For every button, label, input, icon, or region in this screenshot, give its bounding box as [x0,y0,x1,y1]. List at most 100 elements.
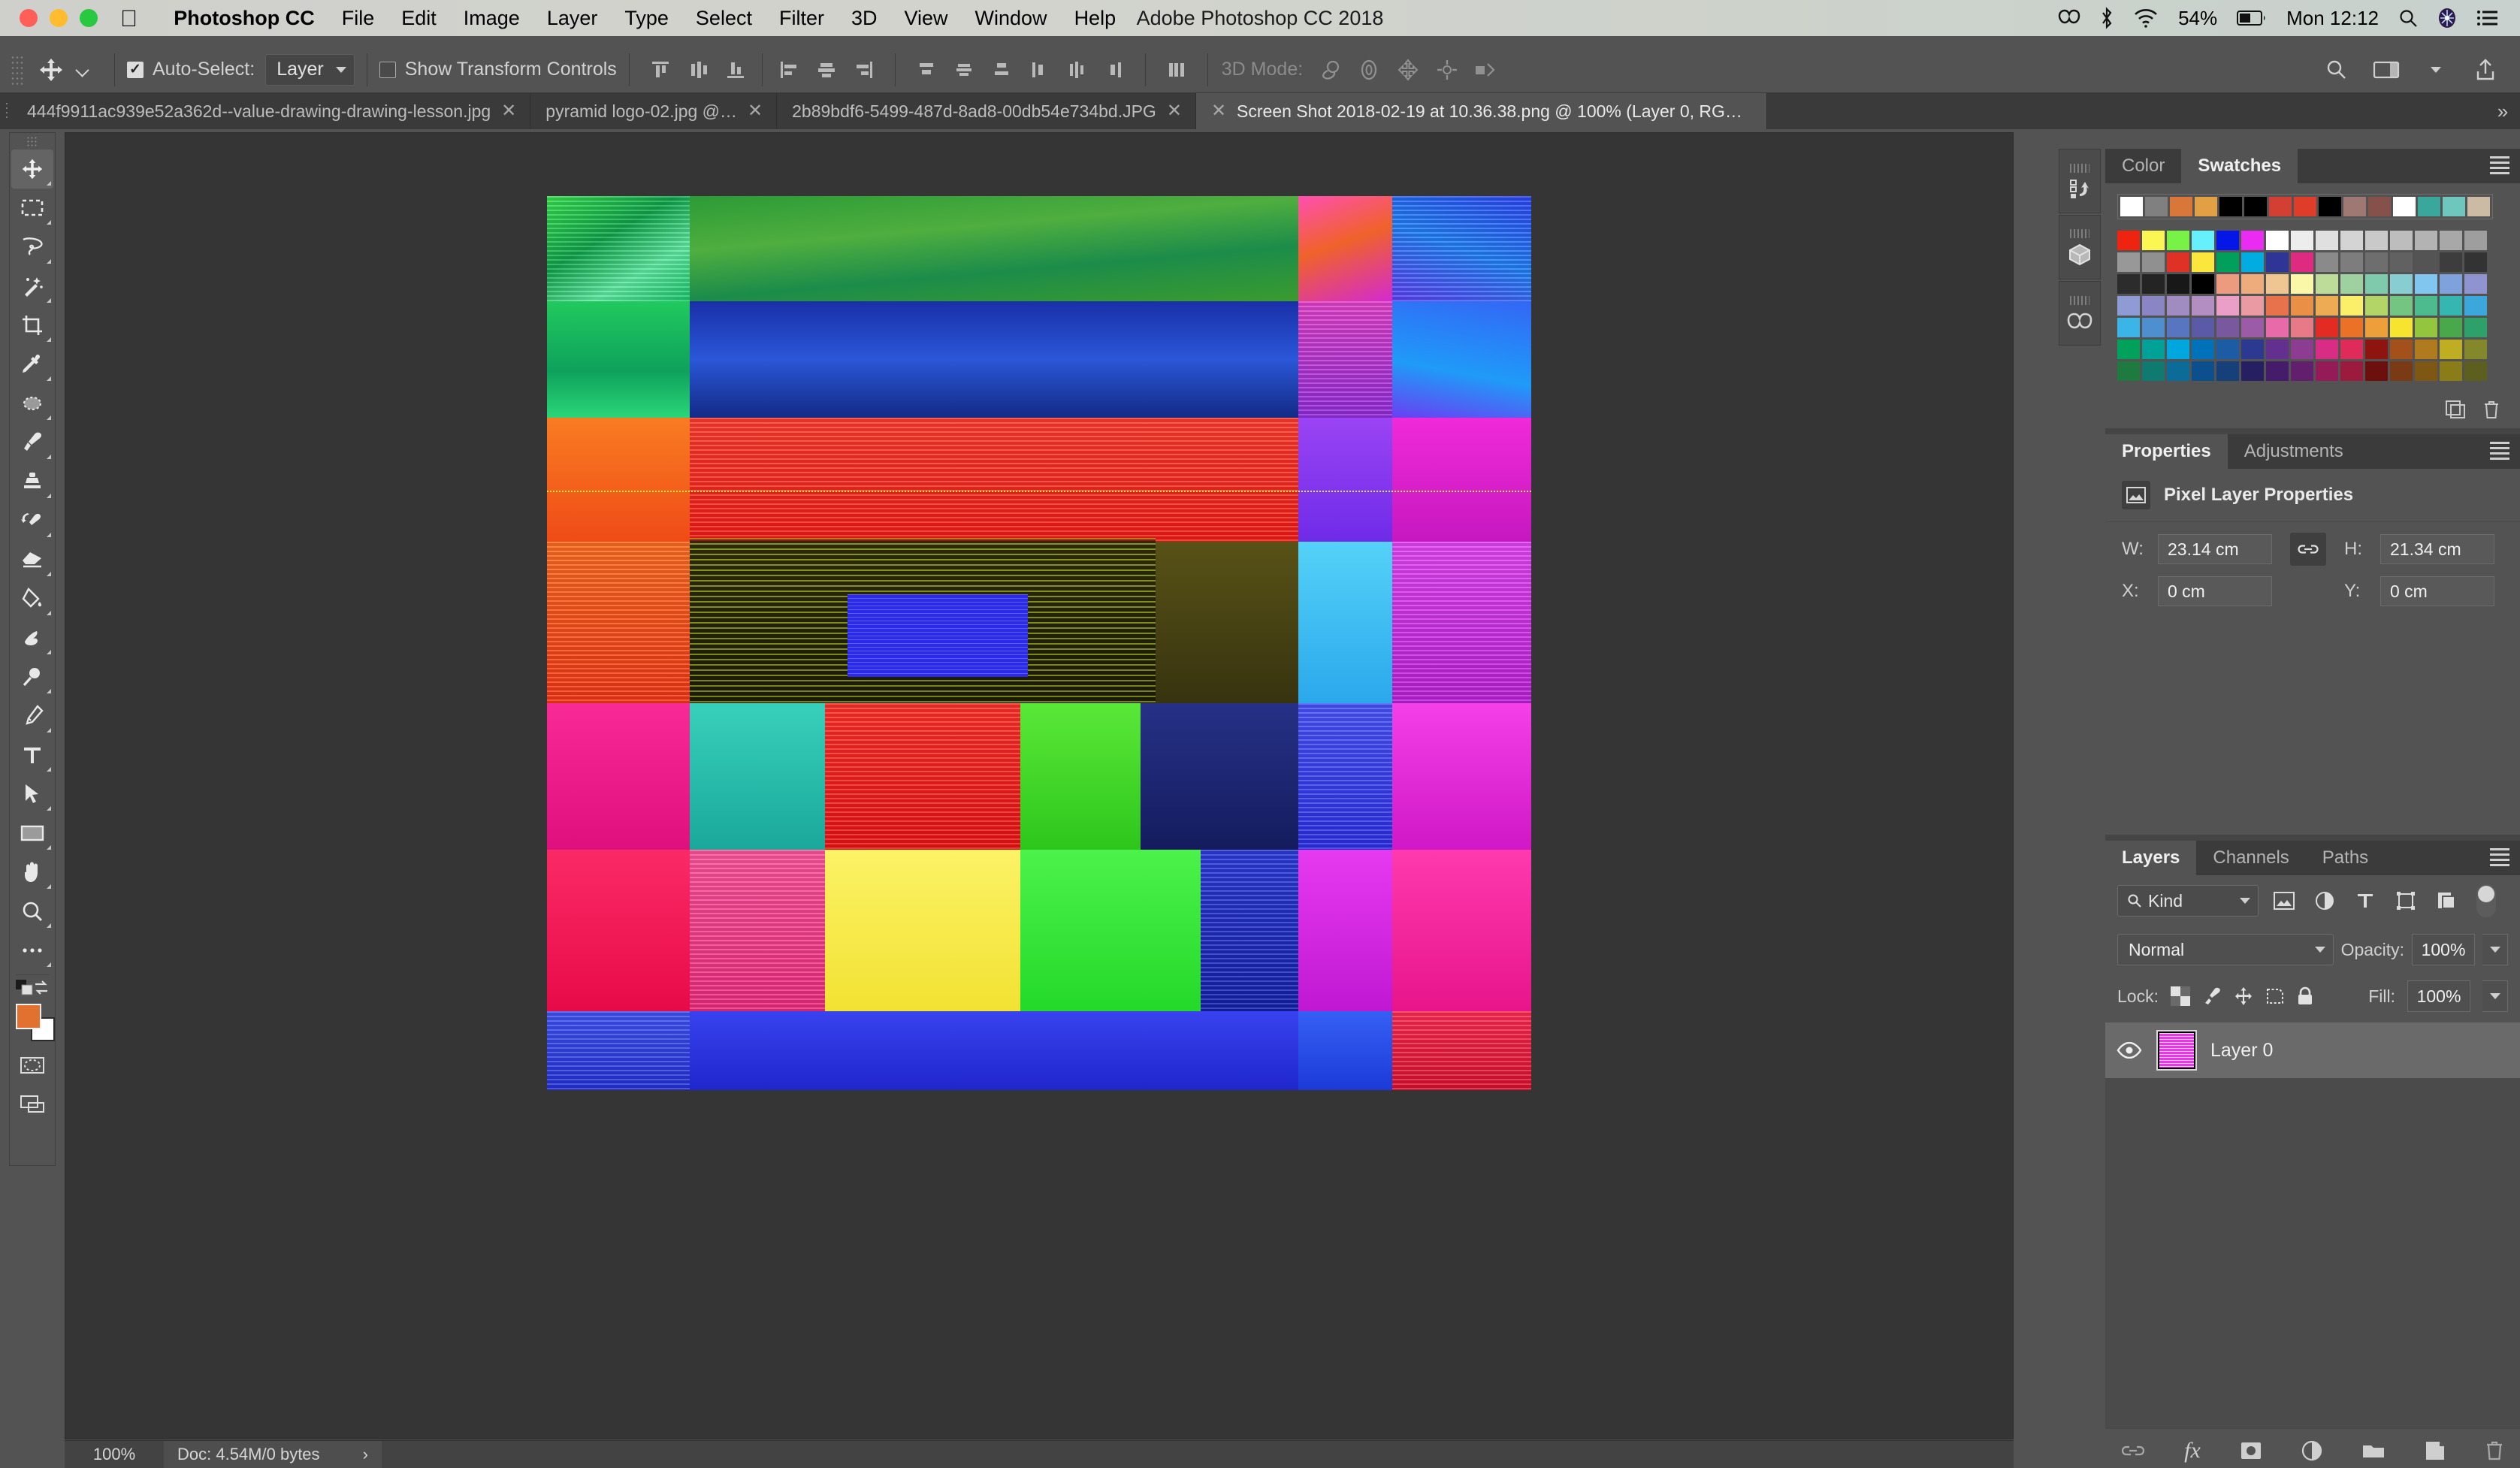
move-tool[interactable] [11,150,53,189]
magic-wand-tool[interactable] [11,267,53,306]
panel-menu-icon[interactable] [2490,156,2509,174]
smart-object-filter-icon[interactable] [2431,886,2461,916]
swatch-1-11[interactable] [2390,252,2413,272]
spotlight-search-icon[interactable] [2398,8,2418,28]
swatch-2-13[interactable] [2440,274,2462,294]
opacity-stepper-chevron-down-icon[interactable] [2482,934,2508,965]
tab-layers[interactable]: Layers [2105,841,2197,875]
roll-3d-icon[interactable] [1349,52,1388,88]
blend-mode-dropdown[interactable]: Normal [2117,934,2334,965]
swatch-5-8[interactable] [2316,340,2338,359]
y-field[interactable]: 0 cm [2380,576,2494,606]
swatch-5-14[interactable] [2464,340,2487,359]
tools-panel-gripper[interactable] [26,136,38,146]
horizontal-guide[interactable] [547,491,1531,492]
clone-stamp-tool[interactable] [11,462,53,501]
align-right-edges-icon[interactable] [845,52,883,88]
fill-stepper-chevron-down-icon[interactable] [2482,980,2508,1012]
swatch-2-9[interactable] [2340,274,2363,294]
menu-type[interactable]: Type [611,7,682,30]
recent-swatch-12[interactable] [2418,197,2440,216]
chevron-double-right-icon[interactable]: » [2485,93,2520,129]
swap-colors-icon[interactable] [32,980,50,996]
swatch-2-5[interactable] [2241,274,2264,294]
swatch-4-10[interactable] [2365,318,2388,337]
swatch-4-9[interactable] [2340,318,2363,337]
swatch-3-6[interactable] [2266,296,2289,316]
swatch-3-8[interactable] [2316,296,2338,316]
show-transform-controls-checkbox[interactable] [379,61,396,78]
menu-image[interactable]: Image [450,7,533,30]
document-tab-4-active[interactable]: ✕ Screen Shot 2018-02-19 at 10.36.38.png… [1195,93,1767,129]
siri-icon[interactable] [2437,8,2457,29]
type-tool[interactable] [11,736,53,775]
swatch-4-2[interactable] [2167,318,2189,337]
control-center-icon[interactable] [2476,9,2499,27]
swatch-4-13[interactable] [2440,318,2462,337]
swatch-3-5[interactable] [2241,296,2264,316]
swatch-0-10[interactable] [2365,231,2388,250]
menu-app-name[interactable]: Photoshop CC [160,7,328,30]
close-icon[interactable]: ✕ [1167,102,1182,120]
document-info[interactable]: Doc: 4.54M/0 bytes › [164,1440,382,1468]
height-field[interactable]: 21.34 cm [2380,534,2494,564]
swatch-0-13[interactable] [2440,231,2462,250]
chevron-right-icon[interactable]: › [363,1445,368,1464]
zoom-tool[interactable] [11,892,53,931]
libraries-panel-icon[interactable] [2059,281,2101,346]
tool-preset-chevron-down-icon[interactable] [77,64,89,76]
creative-cloud-icon[interactable] [2058,8,2080,29]
tab-swatches[interactable]: Swatches [2181,149,2298,183]
tab-bar-gripper[interactable] [0,93,12,129]
close-icon[interactable]: ✕ [501,102,516,120]
history-brush-tool[interactable] [11,501,53,540]
swatch-4-7[interactable] [2291,318,2313,337]
swatch-3-13[interactable] [2440,296,2462,316]
swatch-6-0[interactable] [2117,361,2140,381]
battery-icon[interactable] [2237,10,2267,26]
distribute-vertical-centers-icon[interactable] [945,52,983,88]
swatch-0-4[interactable] [2216,231,2239,250]
adjustment-filter-icon[interactable] [2310,886,2340,916]
swatch-2-6[interactable] [2266,274,2289,294]
swatch-5-4[interactable] [2216,340,2239,359]
quick-mask-icon[interactable] [11,1046,53,1085]
minimize-window-button[interactable] [50,9,68,27]
menu-view[interactable]: View [890,7,961,30]
menu-edit[interactable]: Edit [388,7,450,30]
swatch-5-5[interactable] [2241,340,2264,359]
swatch-3-10[interactable] [2365,296,2388,316]
pixel-filter-icon[interactable] [2269,886,2299,916]
swatch-1-5[interactable] [2241,252,2264,272]
swatch-3-12[interactable] [2415,296,2437,316]
close-icon[interactable]: ✕ [748,102,763,120]
layer-row-0[interactable]: Layer 0 [2105,1022,2520,1078]
swatch-5-3[interactable] [2192,340,2214,359]
swatch-1-14[interactable] [2464,252,2487,272]
recent-swatch-4[interactable] [2219,197,2242,216]
filter-toggle[interactable] [2476,884,2496,917]
swatch-1-7[interactable] [2291,252,2313,272]
fill-value[interactable]: 100% [2407,980,2470,1012]
swatch-6-4[interactable] [2216,361,2239,381]
swatch-0-8[interactable] [2316,231,2338,250]
swatch-6-8[interactable] [2316,361,2338,381]
swatch-0-11[interactable] [2390,231,2413,250]
swatch-4-1[interactable] [2142,318,2165,337]
swatch-6-10[interactable] [2365,361,2388,381]
swatch-5-9[interactable] [2340,340,2363,359]
swatch-3-14[interactable] [2464,296,2487,316]
align-top-edges-icon[interactable] [642,52,679,88]
wifi-icon[interactable] [2133,8,2159,28]
delete-swatch-icon[interactable] [2482,400,2500,419]
swatch-1-10[interactable] [2365,252,2388,272]
swatch-3-1[interactable] [2142,296,2165,316]
screen-mode-icon[interactable] [11,1085,53,1124]
align-horizontal-centers-icon[interactable] [808,52,845,88]
recent-swatch-10[interactable] [2368,197,2391,216]
swatch-4-4[interactable] [2216,318,2239,337]
foreground-color-swatch[interactable] [16,1004,41,1029]
swatch-6-3[interactable] [2192,361,2214,381]
lasso-tool[interactable] [11,228,53,267]
swatch-3-4[interactable] [2216,296,2239,316]
